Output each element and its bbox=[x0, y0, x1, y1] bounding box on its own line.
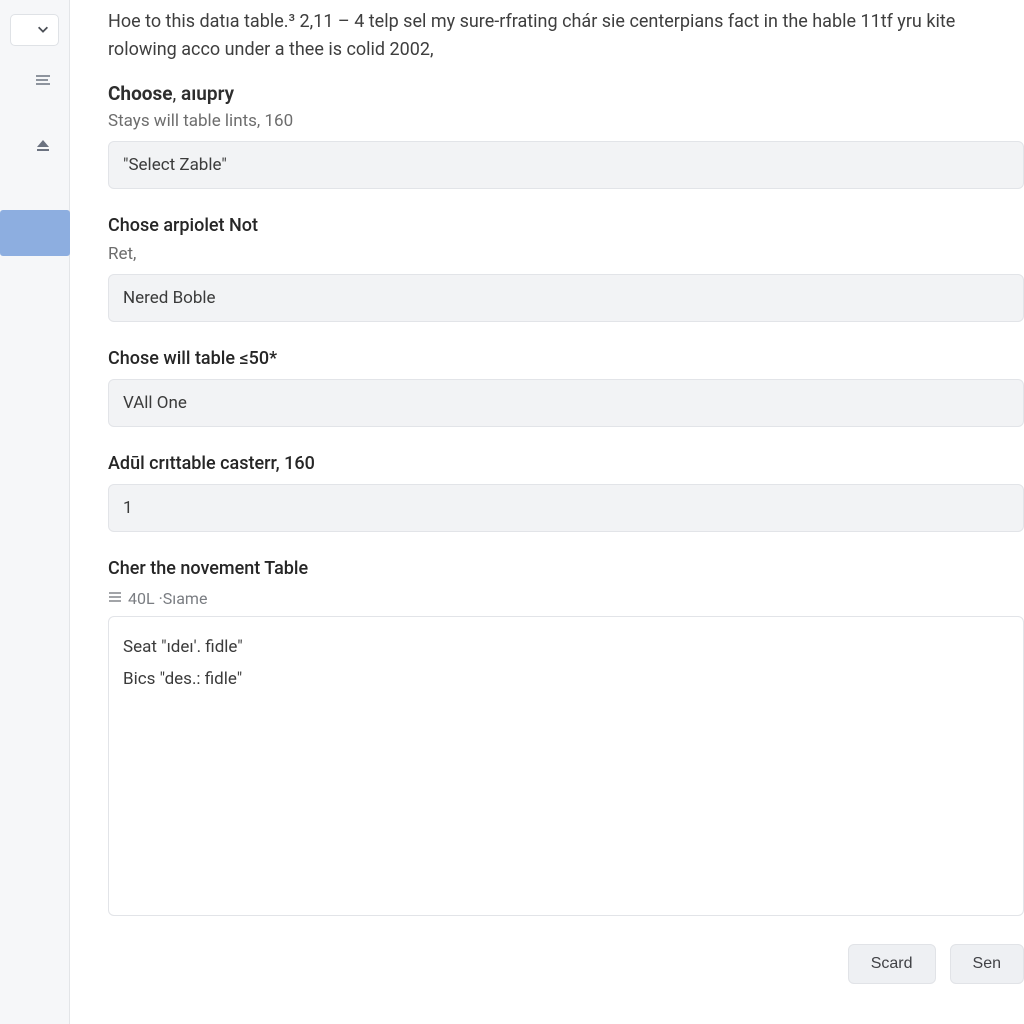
choose-hint: Stays will table lints, 160 bbox=[108, 111, 1024, 131]
sidebar-active-item[interactable] bbox=[0, 210, 70, 256]
arpiolet-hint: Ret, bbox=[108, 244, 1024, 264]
main-panel: Hoe to this datıa table.³ 2,11 – 4 telp … bbox=[70, 0, 1024, 1024]
scard-button[interactable]: Scard bbox=[848, 944, 936, 984]
novement-label: Cher the novement Table bbox=[108, 558, 1024, 579]
select-zable-input[interactable]: "Select Zable" bbox=[108, 141, 1024, 189]
crittable-label: Adūl crıttable casterr, 160 bbox=[108, 453, 1024, 474]
send-button[interactable]: Sen bbox=[950, 944, 1024, 984]
footer: Scard Sen bbox=[108, 930, 1024, 984]
willtable-label: Chose will table ≤50* bbox=[108, 348, 1024, 369]
field-choose: Choose, aıupry Stays will table lints, 1… bbox=[108, 82, 1024, 189]
novement-meta: 40L ·Sıame bbox=[108, 589, 1024, 608]
arpiolet-input[interactable]: Nered Boble bbox=[108, 274, 1024, 322]
menu-lines-icon[interactable] bbox=[33, 70, 53, 90]
list-icon bbox=[108, 589, 122, 608]
crittable-input[interactable]: 1 bbox=[108, 484, 1024, 532]
field-novement: Cher the novement Table 40L ·Sıame Seat … bbox=[108, 558, 1024, 916]
sidebar bbox=[0, 0, 70, 1024]
eject-icon[interactable] bbox=[33, 136, 53, 156]
chevron-down-icon bbox=[36, 21, 50, 40]
field-crittable: Adūl crıttable casterr, 160 1 bbox=[108, 453, 1024, 532]
novement-textarea[interactable]: Seat "ıdeı'. fidle" Bics "des.: fidle" bbox=[108, 616, 1024, 916]
willtable-input[interactable]: VAll One bbox=[108, 379, 1024, 427]
choose-heading: Choose, aıupry bbox=[108, 82, 1024, 105]
arpiolet-label: Chose arpiolet Not bbox=[108, 215, 1024, 236]
sidebar-dropdown[interactable] bbox=[10, 14, 59, 46]
intro-text: Hoe to this datıa table.³ 2,11 – 4 telp … bbox=[108, 8, 1024, 64]
field-arpiolet: Chose arpiolet Not Ret, Nered Boble bbox=[108, 215, 1024, 322]
field-willtable: Chose will table ≤50* VAll One bbox=[108, 348, 1024, 427]
